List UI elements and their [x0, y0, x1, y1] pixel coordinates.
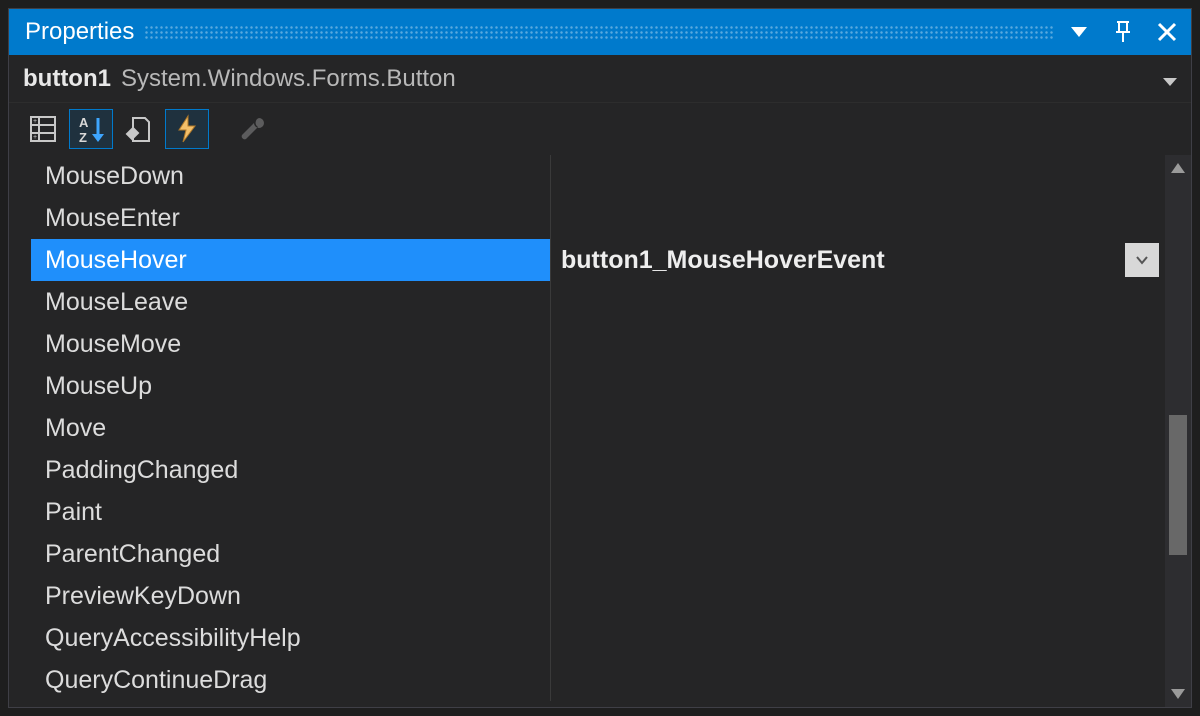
event-row[interactable]: MouseLeave: [31, 281, 1165, 323]
event-value-cell[interactable]: [551, 659, 1165, 701]
event-name-cell[interactable]: MouseUp: [31, 365, 551, 407]
properties-toolbar: + + A Z: [9, 103, 1191, 155]
event-row[interactable]: PaddingChanged: [31, 449, 1165, 491]
titlebar-grip[interactable]: [144, 25, 1055, 39]
categorized-button[interactable]: + +: [21, 109, 65, 149]
event-name-cell[interactable]: QueryAccessibilityHelp: [31, 617, 551, 659]
object-name: button1: [23, 65, 111, 93]
event-value-dropdown-button[interactable]: [1125, 243, 1159, 277]
event-value-cell[interactable]: [551, 407, 1165, 449]
object-selector[interactable]: button1 System.Windows.Forms.Button: [9, 55, 1191, 103]
svg-text:+: +: [33, 118, 37, 125]
event-row[interactable]: MouseMove: [31, 323, 1165, 365]
event-row[interactable]: PreviewKeyDown: [31, 575, 1165, 617]
event-name-cell[interactable]: MouseDown: [31, 155, 551, 197]
window-controls: [1065, 18, 1181, 46]
chevron-down-icon[interactable]: [1163, 65, 1177, 93]
vertical-scrollbar[interactable]: [1165, 155, 1191, 707]
events-grid: MouseDownMouseEnterMouseHover button1_Mou…: [31, 155, 1165, 707]
event-value-text: button1_MouseHoverEvent: [561, 246, 885, 275]
pin-icon[interactable]: [1109, 18, 1137, 46]
event-row[interactable]: MouseEnter: [31, 197, 1165, 239]
property-pages-button[interactable]: [231, 109, 275, 149]
event-name-cell[interactable]: MouseLeave: [31, 281, 551, 323]
event-value-cell[interactable]: [551, 449, 1165, 491]
panel-title: Properties: [25, 18, 134, 46]
event-value-cell[interactable]: [551, 533, 1165, 575]
object-type: System.Windows.Forms.Button: [121, 65, 456, 93]
event-row[interactable]: QueryAccessibilityHelp: [31, 617, 1165, 659]
event-value-cell[interactable]: button1_MouseHoverEvent: [551, 239, 1165, 281]
scrollbar-thumb[interactable]: [1169, 415, 1187, 555]
scroll-down-button[interactable]: [1165, 681, 1191, 707]
event-row[interactable]: ParentChanged: [31, 533, 1165, 575]
event-value-cell[interactable]: [551, 281, 1165, 323]
event-value-cell[interactable]: [551, 491, 1165, 533]
event-name-cell[interactable]: MouseHover: [31, 239, 551, 281]
event-name-cell[interactable]: Paint: [31, 491, 551, 533]
event-value-cell[interactable]: [551, 197, 1165, 239]
properties-button[interactable]: [117, 109, 161, 149]
window-options-button[interactable]: [1065, 18, 1093, 46]
close-icon[interactable]: [1153, 18, 1181, 46]
event-value-cell[interactable]: [551, 155, 1165, 197]
panel-titlebar: Properties: [9, 9, 1191, 55]
svg-text:A: A: [79, 115, 89, 130]
event-value-cell[interactable]: [551, 617, 1165, 659]
event-row[interactable]: MouseHover button1_MouseHoverEvent: [31, 239, 1165, 281]
event-row[interactable]: QueryContinueDrag: [31, 659, 1165, 701]
event-value-cell[interactable]: [551, 575, 1165, 617]
event-row[interactable]: MouseUp: [31, 365, 1165, 407]
svg-text:Z: Z: [79, 130, 87, 144]
event-row[interactable]: MouseDown: [31, 155, 1165, 197]
event-value-cell[interactable]: [551, 365, 1165, 407]
event-name-cell[interactable]: PaddingChanged: [31, 449, 551, 491]
event-name-cell[interactable]: PreviewKeyDown: [31, 575, 551, 617]
event-name-cell[interactable]: QueryContinueDrag: [31, 659, 551, 701]
scroll-up-button[interactable]: [1165, 155, 1191, 181]
event-name-cell[interactable]: Move: [31, 407, 551, 449]
event-row[interactable]: Paint: [31, 491, 1165, 533]
alphabetical-button[interactable]: A Z: [69, 109, 113, 149]
event-name-cell[interactable]: MouseEnter: [31, 197, 551, 239]
event-name-cell[interactable]: MouseMove: [31, 323, 551, 365]
svg-text:+: +: [33, 134, 37, 141]
event-row[interactable]: Move: [31, 407, 1165, 449]
event-value-cell[interactable]: [551, 323, 1165, 365]
event-name-cell[interactable]: ParentChanged: [31, 533, 551, 575]
events-button[interactable]: [165, 109, 209, 149]
properties-panel: Properties button1 System.Windows.Forms.…: [8, 8, 1192, 708]
